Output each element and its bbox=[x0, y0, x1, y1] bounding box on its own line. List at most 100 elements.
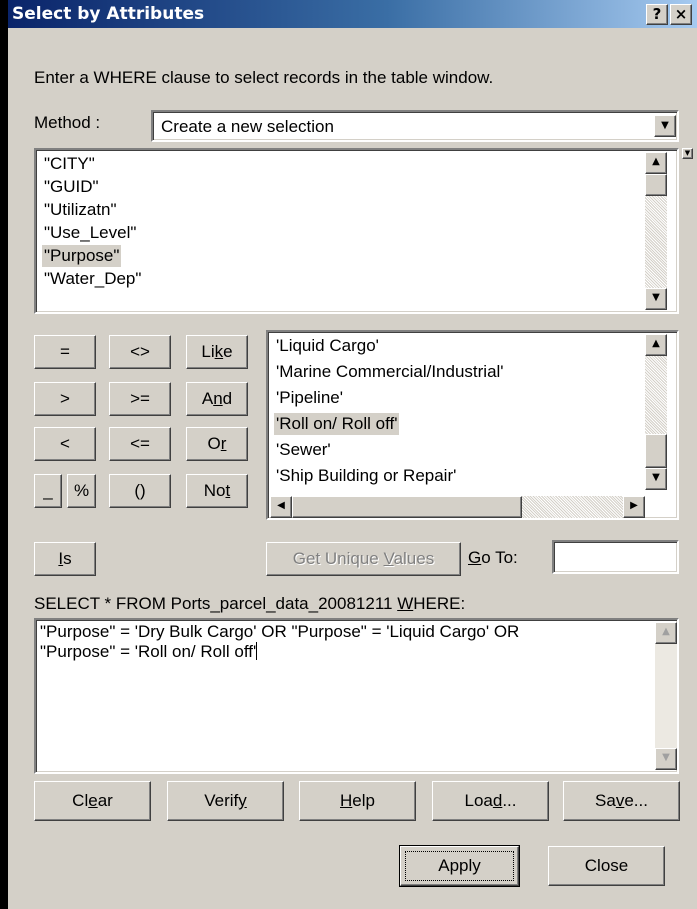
percent-label: % bbox=[73, 481, 90, 500]
less-equal-button[interactable]: <= bbox=[109, 427, 171, 461]
method-dropdown-button[interactable]: ▼ bbox=[654, 115, 676, 137]
greater-button[interactable]: > bbox=[34, 382, 96, 416]
help-title-button[interactable]: ? bbox=[646, 4, 668, 25]
values-scroll-up[interactable]: ▲ bbox=[645, 334, 667, 356]
arrow-down-icon: ▼ bbox=[684, 149, 691, 157]
arrow-down-icon: ▼ bbox=[652, 292, 660, 303]
method-dropdown[interactable]: Create a new selection ▼ bbox=[151, 110, 679, 142]
text-cursor bbox=[256, 642, 258, 660]
where-scroll-up[interactable]: ▲ bbox=[655, 622, 677, 644]
underscore-button[interactable]: _ bbox=[34, 474, 62, 508]
arrow-up-icon: ▲ bbox=[652, 338, 660, 349]
fields-expand-button[interactable]: ▼ bbox=[682, 148, 693, 159]
help-icon: ? bbox=[652, 5, 662, 23]
sql-prefix-a: SELECT * FROM Ports_parcel_data_20081211 bbox=[34, 594, 398, 613]
equals-button[interactable]: = bbox=[34, 335, 96, 369]
value-list-item[interactable]: 'Pipeline' bbox=[274, 387, 345, 409]
where-line-2: "Purpose" = 'Roll on/ Roll off' bbox=[40, 642, 257, 661]
fields-list[interactable]: "CITY" "GUID" "Utilizatn" "Use_Level" "Purpo… bbox=[34, 148, 679, 314]
fields-scroll-down[interactable]: ▼ bbox=[645, 288, 667, 310]
arrow-left-icon: ◀ bbox=[277, 500, 285, 511]
not-label-b: t bbox=[225, 481, 231, 500]
get-unique-label-b: V bbox=[383, 549, 394, 568]
apply-label: Apply bbox=[438, 856, 481, 875]
close-icon: × bbox=[674, 5, 688, 23]
where-clause-textbox[interactable]: "Purpose" = 'Dry Bulk Cargo' OR "Purpose… bbox=[34, 618, 679, 774]
field-list-item[interactable]: "Utilizatn" bbox=[42, 199, 119, 221]
values-scroll-right[interactable]: ▶ bbox=[623, 496, 645, 518]
verify-button[interactable]: Verify bbox=[167, 781, 284, 821]
fields-scroll-thumb[interactable] bbox=[645, 174, 667, 196]
close-button[interactable]: Close bbox=[548, 846, 665, 886]
goto-input[interactable] bbox=[552, 540, 679, 574]
value-list-item[interactable]: 'Sewer' bbox=[274, 439, 333, 461]
goto-label-a: G bbox=[468, 548, 482, 567]
where-scroll-down[interactable]: ▼ bbox=[655, 748, 677, 770]
like-label-c: e bbox=[223, 342, 233, 361]
close-title-button[interactable]: × bbox=[670, 4, 692, 25]
greater-equal-button[interactable]: >= bbox=[109, 382, 171, 416]
arrow-up-icon: ▲ bbox=[662, 626, 670, 637]
window-title: Select by Attributes bbox=[12, 4, 205, 24]
or-button[interactable]: Or bbox=[186, 427, 248, 461]
field-list-item[interactable]: "CITY" bbox=[42, 153, 97, 175]
value-list-item[interactable]: 'Marine Commercial/Industrial' bbox=[274, 361, 506, 383]
field-list-item[interactable]: "Water_Dep" bbox=[42, 268, 143, 290]
values-vscrollbar[interactable]: ▲ ▼ bbox=[645, 334, 667, 490]
field-list-item[interactable]: "GUID" bbox=[42, 176, 101, 198]
unique-values-list[interactable]: 'Liquid Cargo' 'Marine Commercial/Industr… bbox=[266, 330, 679, 520]
where-line-2-wrap: "Purpose" = 'Roll on/ Roll off' bbox=[40, 642, 258, 662]
greater-label: > bbox=[60, 389, 70, 408]
fields-scroll-up[interactable]: ▲ bbox=[645, 152, 667, 174]
like-button[interactable]: Like bbox=[186, 335, 248, 369]
load-label-c: ... bbox=[502, 791, 517, 810]
save-label-a: Sa bbox=[595, 791, 616, 810]
verify-label-a: Verif bbox=[204, 791, 239, 810]
clear-label-c: ar bbox=[97, 791, 113, 810]
help-button[interactable]: Help bbox=[299, 781, 416, 821]
title-bar[interactable]: Select by Attributes ? × bbox=[8, 0, 697, 28]
less-button[interactable]: < bbox=[34, 427, 96, 461]
load-button[interactable]: Load... bbox=[432, 781, 549, 821]
clear-label-b: e bbox=[88, 791, 98, 810]
or-label-a: O bbox=[207, 434, 221, 453]
values-scroll-left[interactable]: ◀ bbox=[270, 496, 292, 518]
is-button[interactable]: Is bbox=[34, 542, 96, 576]
value-list-item[interactable]: 'Roll on/ Roll off' bbox=[274, 413, 400, 435]
fields-scrollbar[interactable]: ▲ ▼ bbox=[645, 152, 667, 310]
field-list-item[interactable]: "Purpose" bbox=[42, 245, 122, 267]
get-unique-label-a: Get Unique bbox=[292, 549, 384, 568]
parentheses-label: () bbox=[134, 481, 146, 500]
clear-button[interactable]: Clear bbox=[34, 781, 151, 821]
sql-prefix-label: SELECT * FROM Ports_parcel_data_20081211… bbox=[34, 594, 465, 614]
values-hscrollbar[interactable]: ◀ ▶ bbox=[270, 496, 645, 518]
values-scroll-thumb[interactable] bbox=[645, 434, 667, 468]
get-unique-values-button[interactable]: Get Unique Values bbox=[266, 542, 461, 576]
is-label-b: s bbox=[63, 549, 72, 568]
apply-button[interactable]: Apply bbox=[399, 845, 520, 887]
value-list-item[interactable]: 'Ship Building or Repair' bbox=[274, 465, 458, 487]
equals-label: = bbox=[60, 342, 70, 361]
where-scrollbar[interactable]: ▲ ▼ bbox=[655, 622, 677, 770]
select-by-attributes-dialog: Select by Attributes ? × Enter a WHERE c… bbox=[8, 0, 697, 909]
field-list-item[interactable]: "Use_Level" bbox=[42, 222, 138, 244]
save-button[interactable]: Save... bbox=[563, 781, 680, 821]
sql-prefix-b: W bbox=[397, 594, 414, 613]
not-equals-button[interactable]: <> bbox=[109, 335, 171, 369]
where-line-1: "Purpose" = 'Dry Bulk Cargo' OR "Purpose… bbox=[40, 622, 520, 641]
arrow-down-icon: ▼ bbox=[662, 752, 670, 763]
get-unique-label-c: alues bbox=[393, 549, 435, 568]
values-hscroll-thumb[interactable] bbox=[292, 496, 522, 518]
not-label-a: No bbox=[203, 481, 226, 500]
method-label: Method : bbox=[34, 113, 101, 132]
not-button[interactable]: Not bbox=[186, 474, 248, 508]
parentheses-button[interactable]: () bbox=[109, 474, 171, 508]
and-button[interactable]: And bbox=[186, 382, 248, 416]
load-label-b: d bbox=[492, 791, 503, 810]
values-scroll-down[interactable]: ▼ bbox=[645, 468, 667, 490]
less-equal-label: <= bbox=[130, 434, 150, 453]
save-label-c: e... bbox=[624, 791, 648, 810]
percent-button[interactable]: % bbox=[67, 474, 96, 508]
value-list-item[interactable]: 'Liquid Cargo' bbox=[274, 335, 381, 357]
help-label-a: H bbox=[340, 791, 353, 810]
